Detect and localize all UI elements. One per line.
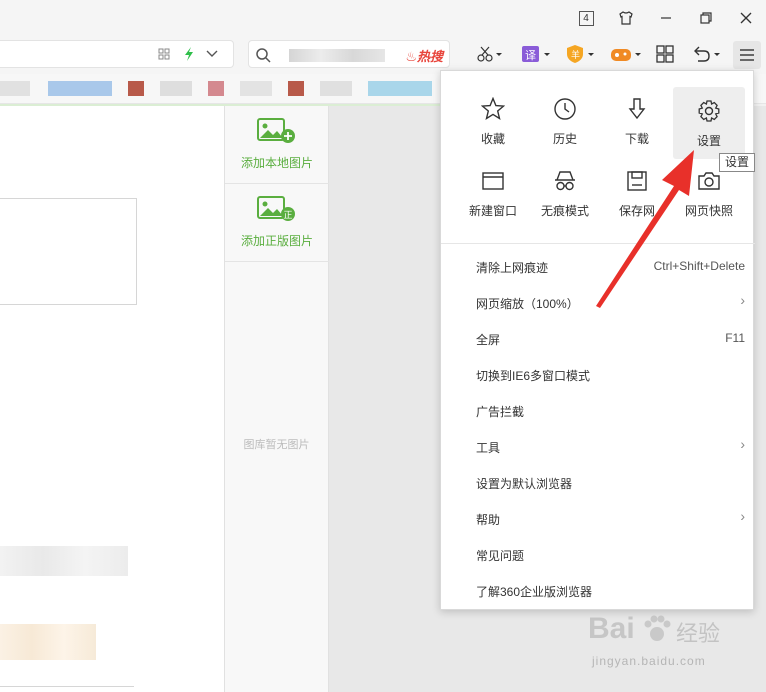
menu-item-shortcut: F11 bbox=[725, 331, 745, 345]
tab-count-button[interactable]: 4 bbox=[576, 8, 596, 28]
menu-new-window-button[interactable]: 新建窗口 bbox=[457, 157, 529, 229]
content-box-edge bbox=[0, 686, 134, 687]
add-licensed-image-button[interactable]: 正 添加正版图片 bbox=[225, 184, 329, 262]
window-icon bbox=[481, 169, 505, 193]
blurred-text bbox=[0, 546, 128, 576]
menu-favorites-button[interactable]: 收藏 bbox=[457, 85, 529, 157]
menu-item-label: 设置为默认浏览器 bbox=[476, 477, 573, 491]
bookmark-item[interactable] bbox=[128, 81, 144, 96]
title-bar: 4 bbox=[0, 0, 766, 36]
watermark-suffix: 经验 bbox=[676, 621, 721, 646]
paw-icon bbox=[642, 614, 672, 644]
gear-icon bbox=[697, 99, 721, 123]
apps-grid-icon[interactable] bbox=[656, 42, 674, 66]
clock-icon bbox=[553, 97, 577, 121]
chevron-right-icon: › bbox=[740, 436, 745, 452]
menu-grid-label: 新建窗口 bbox=[468, 204, 517, 218]
menu-item-label: 清除上网痕迹 bbox=[476, 261, 549, 275]
bookmark-item[interactable] bbox=[368, 81, 432, 96]
bookmark-item[interactable] bbox=[0, 81, 30, 96]
watermark-brand: Bai bbox=[588, 612, 635, 645]
bookmark-item[interactable] bbox=[208, 81, 224, 96]
menu-item-label: 工具 bbox=[476, 441, 501, 455]
menu-item-label: 了解360企业版浏览器 bbox=[476, 585, 593, 599]
chevron-down-icon[interactable] bbox=[206, 49, 218, 59]
game-controller-icon[interactable] bbox=[610, 42, 642, 66]
toolbar: ♨热搜 译 羊 bbox=[0, 36, 766, 74]
menu-item-label: 广告拦截 bbox=[476, 405, 525, 419]
tshirt-icon[interactable] bbox=[616, 8, 636, 28]
address-bar[interactable] bbox=[0, 40, 234, 68]
translate-icon[interactable]: 译 bbox=[522, 42, 552, 66]
close-icon[interactable] bbox=[736, 8, 756, 28]
watermark-url: jingyan.baidu.com bbox=[592, 654, 706, 668]
gallery-empty-label: 图库暂无图片 bbox=[243, 439, 310, 451]
menu-item-label: 切换到IE6多窗口模式 bbox=[476, 369, 591, 383]
bookmark-item[interactable] bbox=[160, 81, 192, 96]
menu-item-ie6-mode[interactable]: 切换到IE6多窗口模式 bbox=[441, 356, 755, 392]
menu-item-faq[interactable]: 常见问题 bbox=[441, 536, 755, 572]
search-icon bbox=[255, 47, 271, 63]
download-icon bbox=[625, 97, 649, 121]
bookmark-item[interactable] bbox=[48, 81, 112, 96]
undo-icon[interactable] bbox=[692, 42, 722, 66]
menu-item-fullscreen[interactable]: 全屏 F11 bbox=[441, 320, 755, 356]
chevron-right-icon: › bbox=[740, 292, 745, 308]
menu-item-label: 帮助 bbox=[476, 513, 501, 527]
editor-area bbox=[0, 106, 224, 692]
hot-search-label[interactable]: ♨热搜 bbox=[405, 46, 443, 65]
image-side-panel: 添加本地图片 正 添加正版图片 图库暂无图片 bbox=[224, 106, 329, 692]
blurred-text bbox=[0, 624, 96, 660]
search-query-blurred bbox=[289, 49, 385, 62]
add-image-icon bbox=[257, 116, 297, 146]
svg-text:译: 译 bbox=[525, 49, 536, 62]
annotation-arrow bbox=[596, 150, 694, 308]
shield-icon[interactable]: 羊 bbox=[566, 42, 596, 66]
chevron-right-icon: › bbox=[740, 508, 745, 524]
menu-item-tools[interactable]: 工具 › bbox=[441, 428, 755, 464]
add-local-image-label: 添加本地图片 bbox=[240, 156, 313, 170]
scissors-icon[interactable] bbox=[476, 42, 502, 66]
menu-grid-label: 收藏 bbox=[480, 132, 505, 146]
bookmark-item[interactable] bbox=[320, 81, 352, 96]
licensed-image-icon: 正 bbox=[257, 194, 297, 224]
menu-item-ad-block[interactable]: 广告拦截 bbox=[441, 392, 755, 428]
add-licensed-image-label: 添加正版图片 bbox=[240, 234, 313, 248]
menu-item-label: 网页缩放（100%） bbox=[476, 297, 579, 311]
star-icon bbox=[481, 97, 505, 121]
minimize-icon[interactable] bbox=[656, 8, 676, 28]
svg-text:正: 正 bbox=[284, 211, 293, 221]
qrcode-icon[interactable] bbox=[158, 48, 170, 60]
hot-search-text: 热搜 bbox=[416, 49, 443, 64]
restore-icon[interactable] bbox=[696, 8, 716, 28]
svg-text:羊: 羊 bbox=[571, 49, 580, 61]
menu-item-label: 常见问题 bbox=[476, 549, 525, 563]
baidu-jingyan-watermark: Bai 经验 jingyan.baidu.com bbox=[588, 610, 758, 680]
flame-icon: ♨ bbox=[405, 49, 417, 64]
search-box[interactable]: ♨热搜 bbox=[248, 40, 450, 68]
menu-item-enterprise[interactable]: 了解360企业版浏览器 bbox=[441, 572, 755, 608]
bookmark-item[interactable] bbox=[288, 81, 304, 96]
incognito-icon bbox=[553, 169, 577, 193]
content-box[interactable] bbox=[0, 198, 137, 305]
tab-count: 4 bbox=[578, 10, 594, 26]
settings-tooltip: 设置 bbox=[719, 153, 755, 172]
add-local-image-button[interactable]: 添加本地图片 bbox=[225, 106, 329, 184]
menu-icon[interactable] bbox=[733, 41, 761, 69]
lightning-icon[interactable] bbox=[183, 46, 195, 62]
bookmark-item[interactable] bbox=[240, 81, 272, 96]
menu-item-label: 全屏 bbox=[476, 333, 501, 347]
menu-item-help[interactable]: 帮助 › bbox=[441, 500, 755, 536]
menu-item-default-browser[interactable]: 设置为默认浏览器 bbox=[441, 464, 755, 500]
